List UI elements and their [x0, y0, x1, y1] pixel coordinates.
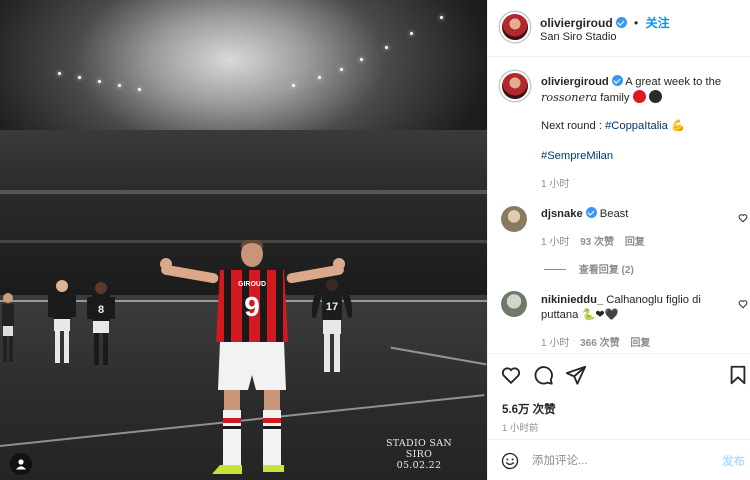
replies-divider	[544, 269, 566, 270]
comment-1-likes[interactable]: 93 次赞	[580, 237, 614, 248]
location-link[interactable]: San Siro Stadio	[540, 31, 616, 43]
post-comment-button[interactable]: 发布	[722, 453, 745, 469]
red-circle-icon	[632, 90, 646, 103]
verified-icon	[611, 75, 623, 86]
emoji-smiley-icon[interactable]	[501, 452, 519, 470]
comment-1-time: 1 小时	[541, 237, 570, 248]
caption-username[interactable]: oliviergiroud	[541, 76, 609, 88]
verified-icon	[615, 17, 627, 28]
caption-part1: A great week to the	[625, 76, 722, 88]
verified-icon	[585, 207, 597, 218]
like-comment-2-heart-icon[interactable]	[738, 299, 748, 309]
caption-avatar[interactable]	[500, 71, 530, 101]
user-icon	[16, 459, 26, 470]
comment-avatar-nikinieddu[interactable]	[501, 291, 527, 317]
stadium-caption-line1: STADIO SAN SIRO	[385, 438, 453, 460]
view-replies-button[interactable]: 查看回复 (2)	[544, 261, 634, 276]
add-comment-bar: 发布	[488, 439, 750, 480]
comment-1-body: Beast	[599, 208, 629, 220]
comment-2-likes[interactable]: 366 次赞	[580, 338, 619, 349]
player-left-1	[2, 293, 14, 362]
player-name-print: GIROUD	[238, 281, 266, 288]
tagged-users-button[interactable]	[10, 453, 32, 475]
author-username[interactable]: oliviergiroud	[540, 16, 613, 30]
stadium-floodlights	[0, 0, 487, 130]
posted-time[interactable]: 1 小时前	[502, 420, 538, 434]
flexed-biceps-icon: 💪	[671, 120, 685, 132]
comment-2-time: 1 小时	[541, 338, 570, 349]
share-paper-plane-icon[interactable]	[565, 364, 587, 386]
player-left-3: 8	[87, 282, 115, 365]
author-avatar[interactable]	[500, 12, 530, 42]
comment-avatar-djsnake[interactable]	[501, 206, 527, 232]
player-number-8: 8	[98, 304, 104, 316]
comment-input[interactable]	[532, 452, 712, 469]
comments-list[interactable]: oliviergiroud A great week to the rosson…	[488, 57, 750, 353]
post-actions: 5.6万 次赞 1 小时前	[488, 353, 750, 439]
player-number-9: 9	[244, 291, 260, 322]
caption-text: oliviergiroud A great week to the rosson…	[541, 75, 741, 106]
follow-button[interactable]: 关注	[646, 16, 670, 30]
comment-1-username[interactable]: djsnake	[541, 208, 583, 220]
comment-1-text: djsnake Beast	[541, 207, 628, 222]
player-left-2	[48, 280, 76, 363]
next-round-label: Next round :	[541, 120, 602, 132]
post-photo[interactable]: 8 17 GIROUD 9 STADIO SAN SIRO 05.02.22	[0, 0, 487, 480]
snake-heart-emoji-icons: 🐍❤🖤	[581, 309, 619, 321]
likes-count[interactable]: 5.6万 次赞	[502, 401, 556, 417]
next-round-line: Next round : #CoppaItalia 💪	[541, 119, 685, 134]
caption-italic: rossonera	[541, 91, 598, 104]
stadium-caption: STADIO SAN SIRO 05.02.22	[384, 438, 454, 471]
like-heart-icon[interactable]	[500, 364, 522, 386]
comment-1-meta: 1 小时 93 次赞 回复	[541, 233, 645, 248]
comment-2-reply-button[interactable]: 回复	[630, 338, 650, 349]
like-comment-1-heart-icon[interactable]	[738, 213, 748, 223]
black-circle-icon	[648, 90, 662, 103]
caption-time: 1 小时	[541, 179, 570, 190]
comment-1-reply-button[interactable]: 回复	[625, 237, 645, 248]
post-sidebar: oliviergiroud • 关注 San Siro Stadio olivi…	[487, 0, 750, 480]
author-name-row: oliviergiroud • 关注	[540, 14, 670, 31]
separator: •	[634, 16, 639, 30]
view-replies-label: 查看回复 (2)	[578, 265, 634, 276]
caption-part2: family	[600, 92, 630, 104]
comment-2-username[interactable]: nikinieddu_	[541, 294, 603, 306]
comment-bubble-icon[interactable]	[532, 364, 554, 386]
post-header: oliviergiroud • 关注 San Siro Stadio	[488, 0, 750, 57]
hashtag-coppaitalia[interactable]: #CoppaItalia	[605, 120, 668, 132]
player-giroud: GIROUD 9	[160, 240, 345, 474]
hashtag-sempremilan[interactable]: #SempreMilan	[541, 149, 613, 164]
comment-2-text: nikinieddu_ Calhanoglu figlio di puttana…	[541, 293, 731, 323]
save-bookmark-icon[interactable]	[727, 364, 749, 386]
stadium-caption-line2: 05.02.22	[396, 460, 442, 471]
comment-2-meta: 1 小时 366 次赞 回复	[541, 334, 650, 349]
